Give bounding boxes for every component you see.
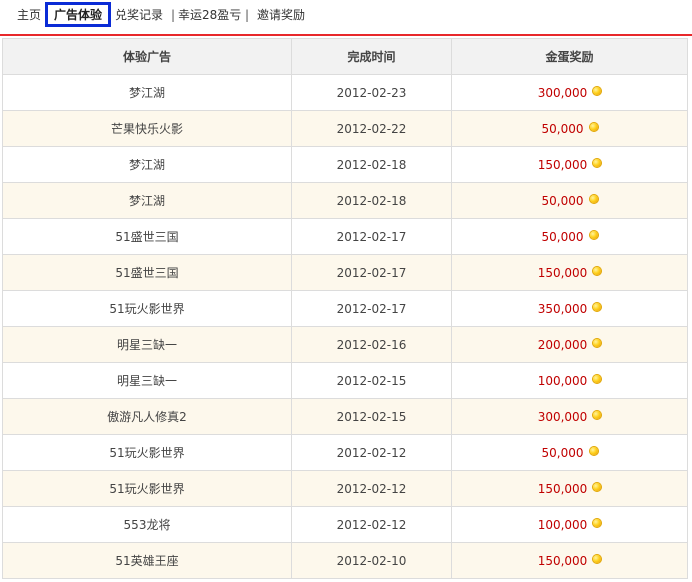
cell-completion-date: 2012-02-18 [291, 182, 452, 219]
cell-completion-date: 2012-02-15 [291, 362, 452, 399]
column-header-gold-egg-reward: 金蛋奖励 [451, 38, 688, 75]
cell-ad-name: 梦江湖 [2, 146, 292, 183]
cell-completion-date: 2012-02-22 [291, 110, 452, 147]
cell-ad-name: 51玩火影世界 [2, 434, 292, 471]
reward-amount: 150,000 [537, 265, 588, 280]
top-navigation: 主页 广告体验 兑奖记录 | 幸运28盈亏 | 邀请奖励 [0, 0, 692, 36]
cell-ad-name: 51英雄王座 [2, 542, 292, 579]
table-row: 傲游凡人修真2 2012-02-15 300,000 [2, 398, 688, 435]
gold-egg-icon [593, 554, 602, 563]
cell-ad-name: 芒果快乐火影 [2, 110, 292, 147]
column-header-completion-time: 完成时间 [291, 38, 452, 75]
gold-egg-icon [593, 302, 602, 311]
gold-egg-icon [593, 410, 602, 419]
table-row: 51玩火影世界 2012-02-12 50,000 [2, 434, 688, 471]
cell-completion-date: 2012-02-23 [291, 74, 452, 111]
cell-completion-date: 2012-02-12 [291, 434, 452, 471]
gold-egg-icon [589, 446, 598, 455]
cell-ad-name: 明星三缺一 [2, 362, 292, 399]
cell-reward: 300,000 [451, 74, 688, 111]
nav-separator: | [171, 8, 176, 22]
table-row: 51玩火影世界 2012-02-17 350,000 [2, 290, 688, 327]
cell-ad-name: 梦江湖 [2, 182, 292, 219]
table-row: 51盛世三国 2012-02-17 50,000 [2, 218, 688, 255]
ad-experience-table: 体验广告 完成时间 金蛋奖励 梦江湖 2012-02-23 300,000 芒果快乐火… [2, 38, 688, 579]
cell-completion-date: 2012-02-10 [291, 542, 452, 579]
cell-reward: 50,000 [451, 434, 688, 471]
table-row: 明星三缺一 2012-02-16 200,000 [2, 326, 688, 363]
gold-egg-icon [589, 194, 598, 203]
cell-reward: 150,000 [451, 542, 688, 579]
table-row: 梦江湖 2012-02-18 150,000 [2, 146, 688, 183]
reward-amount: 50,000 [541, 121, 584, 136]
table-header-row: 体验广告 完成时间 金蛋奖励 [2, 38, 688, 75]
nav-redeem-records-link[interactable]: 兑奖记录 [115, 6, 163, 24]
reward-amount: 50,000 [541, 229, 584, 244]
cell-reward: 50,000 [451, 110, 688, 147]
gold-egg-icon [593, 374, 602, 383]
reward-amount: 150,000 [537, 157, 588, 172]
reward-amount: 50,000 [541, 193, 584, 208]
table-row: 553龙将 2012-02-12 100,000 [2, 506, 688, 543]
cell-completion-date: 2012-02-17 [291, 218, 452, 255]
table-row: 芒果快乐火影 2012-02-22 50,000 [2, 110, 688, 147]
cell-reward: 100,000 [451, 362, 688, 399]
nav-ad-experience-tab[interactable]: 广告体验 [45, 2, 111, 27]
column-header-ad: 体验广告 [2, 38, 292, 75]
gold-egg-icon [593, 518, 602, 527]
table-row: 51英雄王座 2012-02-10 150,000 [2, 542, 688, 579]
cell-ad-name: 51盛世三国 [2, 218, 292, 255]
table-row: 明星三缺一 2012-02-15 100,000 [2, 362, 688, 399]
cell-reward: 50,000 [451, 218, 688, 255]
nav-home-link[interactable]: 主页 [17, 6, 41, 24]
ad-experience-table-container: 体验广告 完成时间 金蛋奖励 梦江湖 2012-02-23 300,000 芒果快乐火… [2, 38, 688, 579]
reward-amount: 350,000 [537, 301, 588, 316]
gold-egg-icon [593, 266, 602, 275]
cell-reward: 100,000 [451, 506, 688, 543]
table-row: 梦江湖 2012-02-23 300,000 [2, 74, 688, 111]
cell-completion-date: 2012-02-15 [291, 398, 452, 435]
cell-reward: 300,000 [451, 398, 688, 435]
reward-amount: 100,000 [537, 373, 588, 388]
nav-separator: | [245, 8, 250, 22]
gold-egg-icon [593, 482, 602, 491]
cell-completion-date: 2012-02-17 [291, 254, 452, 291]
cell-completion-date: 2012-02-12 [291, 470, 452, 507]
cell-reward: 350,000 [451, 290, 688, 327]
gold-egg-icon [593, 338, 602, 347]
cell-completion-date: 2012-02-18 [291, 146, 452, 183]
table-row: 51盛世三国 2012-02-17 150,000 [2, 254, 688, 291]
gold-egg-icon [593, 86, 602, 95]
cell-ad-name: 51玩火影世界 [2, 470, 292, 507]
cell-ad-name: 梦江湖 [2, 74, 292, 111]
cell-reward: 50,000 [451, 182, 688, 219]
cell-reward: 150,000 [451, 254, 688, 291]
gold-egg-icon [593, 158, 602, 167]
cell-ad-name: 51玩火影世界 [2, 290, 292, 327]
cell-ad-name: 51盛世三国 [2, 254, 292, 291]
reward-amount: 200,000 [537, 337, 588, 352]
nav-invite-rewards-link[interactable]: 邀请奖励 [257, 6, 305, 24]
reward-amount: 150,000 [537, 481, 588, 496]
cell-completion-date: 2012-02-17 [291, 290, 452, 327]
reward-amount: 150,000 [537, 553, 588, 568]
reward-amount: 100,000 [537, 517, 588, 532]
table-row: 51玩火影世界 2012-02-12 150,000 [2, 470, 688, 507]
gold-egg-icon [589, 230, 598, 239]
table-row: 梦江湖 2012-02-18 50,000 [2, 182, 688, 219]
cell-ad-name: 傲游凡人修真2 [2, 398, 292, 435]
gold-egg-icon [589, 122, 598, 131]
cell-reward: 150,000 [451, 146, 688, 183]
table-body: 梦江湖 2012-02-23 300,000 芒果快乐火影 2012-02-22 50,0… [2, 74, 688, 579]
cell-completion-date: 2012-02-12 [291, 506, 452, 543]
nav-lucky28-link[interactable]: 幸运28盈亏 [178, 6, 241, 24]
cell-reward: 150,000 [451, 470, 688, 507]
reward-amount: 300,000 [537, 85, 588, 100]
cell-reward: 200,000 [451, 326, 688, 363]
cell-ad-name: 明星三缺一 [2, 326, 292, 363]
cell-ad-name: 553龙将 [2, 506, 292, 543]
reward-amount: 300,000 [537, 409, 588, 424]
cell-completion-date: 2012-02-16 [291, 326, 452, 363]
reward-amount: 50,000 [541, 445, 584, 460]
